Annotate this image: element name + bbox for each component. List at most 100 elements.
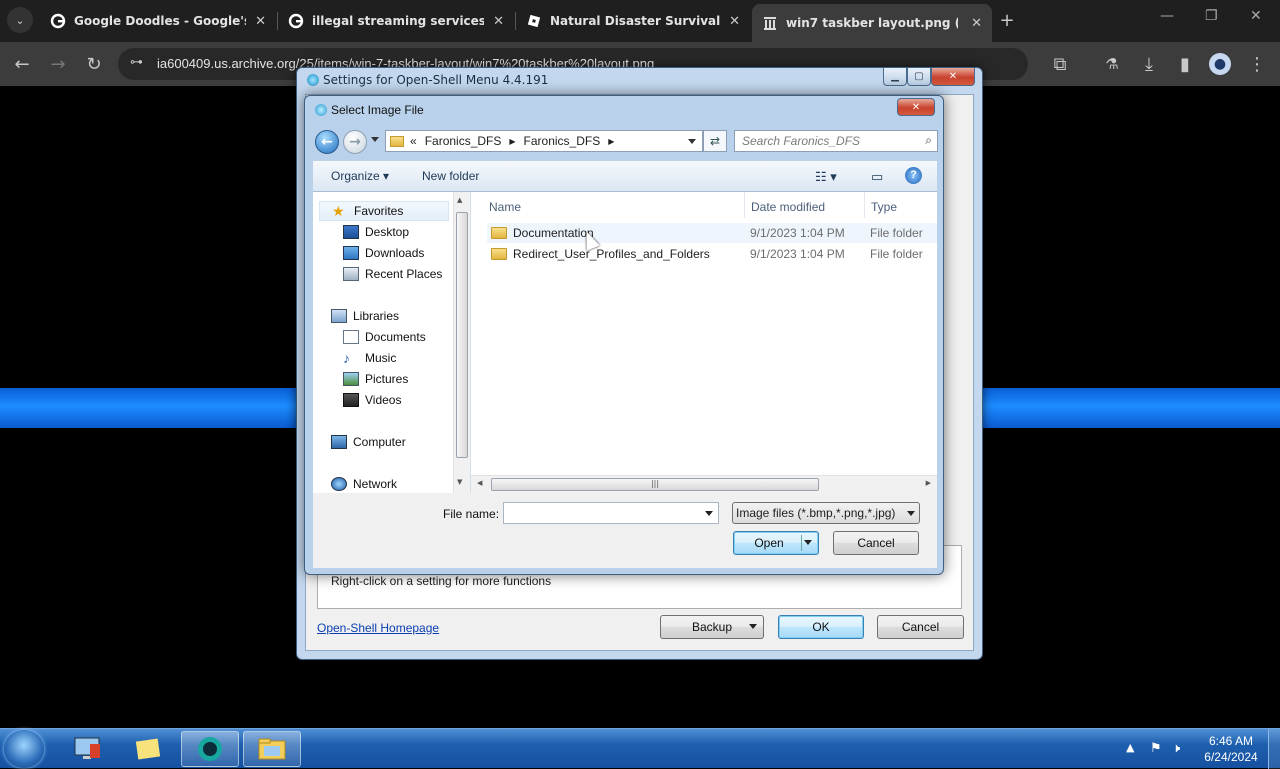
file-type-value: Image files (*.bmp,*.png,*.jpg) [736, 506, 896, 520]
organize-button[interactable]: Organize ▾ [331, 169, 389, 183]
maximize-button[interactable]: ▢ [907, 68, 931, 86]
computer-taskbar-icon[interactable] [58, 731, 116, 767]
cancel-button[interactable]: Cancel [877, 615, 964, 639]
refresh-icon[interactable]: ⇄ [703, 130, 727, 152]
column-header-type[interactable]: Type [865, 192, 937, 218]
show-desktop-button[interactable] [1268, 729, 1280, 769]
minimize-icon[interactable]: — [1160, 8, 1174, 24]
chevron-down-icon[interactable] [688, 139, 696, 144]
system-clock[interactable]: 6:46 AM 6/24/2024 [1196, 733, 1266, 765]
tab-google-doodles[interactable]: Google Doodles - Google's Se ✕ [40, 6, 276, 36]
sticky-notes-icon[interactable] [119, 731, 177, 767]
backup-button[interactable]: Backup [660, 615, 764, 639]
close-tab-icon[interactable]: ✕ [971, 16, 982, 31]
tab-search-button[interactable]: ⌄ [7, 7, 33, 33]
folder-icon [491, 227, 507, 239]
back-arrow-icon[interactable]: ← [315, 130, 339, 154]
labs-flask-icon[interactable]: ⚗ [1100, 52, 1124, 76]
nav-item-downloads[interactable]: Downloads [343, 243, 424, 263]
back-arrow-icon[interactable]: ← [10, 52, 34, 76]
scroll-thumb[interactable]: ||| [491, 478, 819, 491]
dialog-close-button[interactable]: ✕ [897, 98, 935, 116]
nav-item-computer[interactable]: Computer [331, 432, 406, 452]
profile-avatar-icon[interactable]: ● [1209, 53, 1231, 75]
close-window-icon[interactable]: ✕ [1250, 8, 1262, 24]
nav-label: Music [365, 351, 397, 365]
nav-scrollbar[interactable]: ▲ ▼ [453, 192, 470, 493]
scroll-down-icon[interactable]: ▼ [457, 478, 462, 486]
minimize-button[interactable]: ▁ [883, 68, 907, 86]
breadcrumb-overflow[interactable]: « [410, 134, 417, 148]
new-tab-icon[interactable]: + [995, 8, 1019, 32]
reload-icon[interactable]: ↻ [82, 52, 106, 76]
list-item[interactable]: Redirect_User_Profiles_and_Folders 9/1/2… [487, 244, 937, 264]
recent-locations-icon[interactable] [371, 137, 379, 142]
star-icon: ★ [332, 203, 345, 219]
side-panel-icon[interactable]: ▮ [1173, 52, 1197, 76]
download-icon[interactable]: ⤓ [1137, 52, 1161, 76]
forward-arrow-icon[interactable]: → [343, 130, 367, 154]
nav-item-network[interactable]: Network [331, 474, 397, 494]
chevron-down-icon[interactable] [804, 540, 812, 545]
tab-natural-disaster[interactable]: Natural Disaster Survival - Rob ✕ [516, 6, 750, 36]
nav-item-favorites[interactable]: ★ Favorites [319, 201, 449, 221]
app-taskbar-icon[interactable] [181, 731, 239, 767]
close-tab-icon[interactable]: ✕ [255, 14, 266, 29]
new-folder-button[interactable]: New folder [422, 169, 479, 183]
file-name-label: File name: [443, 507, 500, 521]
nav-item-music[interactable]: ♪ Music [343, 348, 396, 368]
list-item[interactable]: Documentation 9/1/2023 1:04 PM File fold… [487, 223, 937, 243]
nav-item-libraries[interactable]: Libraries [331, 306, 399, 326]
nav-label: Downloads [365, 246, 425, 260]
chevron-right-icon[interactable]: ▶ [608, 137, 614, 146]
show-hidden-icons-icon[interactable]: ▲ [1126, 741, 1134, 754]
google-g-icon [288, 13, 304, 29]
dialog-cancel-button[interactable]: Cancel [833, 531, 919, 555]
nav-item-recent-places[interactable]: Recent Places [343, 264, 442, 284]
videos-icon [343, 393, 359, 407]
nav-item-videos[interactable]: Videos [343, 390, 401, 410]
file-list-scrollbar[interactable]: ◀ ||| ▶ [471, 475, 937, 493]
breadcrumb-item[interactable]: Faronics_DFS [425, 134, 502, 148]
archive-icon [762, 15, 778, 31]
restore-icon[interactable]: ❐ [1205, 8, 1218, 24]
breadcrumb-item[interactable]: Faronics_DFS [524, 134, 601, 148]
column-label: Name [489, 200, 522, 214]
volume-muted-icon[interactable]: 🕨 [1172, 741, 1180, 756]
extensions-icon[interactable]: ⧉ [1048, 52, 1072, 76]
chevron-right-icon[interactable]: ▶ [509, 137, 515, 146]
chevron-down-icon [749, 624, 757, 629]
nav-item-pictures[interactable]: Pictures [343, 369, 408, 389]
open-button[interactable]: Open [733, 531, 819, 555]
breadcrumb[interactable]: « Faronics_DFS ▶ Faronics_DFS ▶ [385, 130, 703, 152]
tab-win7-taskbar-layout[interactable]: win7 taskber layout.png (1280 ✕ [752, 4, 992, 42]
file-name-input[interactable] [503, 502, 719, 524]
nav-item-desktop[interactable]: Desktop [343, 222, 409, 242]
nav-label: Favorites [354, 204, 404, 218]
search-input[interactable]: Search Faronics_DFS ⌕ [734, 130, 938, 152]
menu-kebab-icon[interactable]: ⋮ [1245, 52, 1269, 76]
file-type-select[interactable]: Image files (*.bmp,*.png,*.jpg) [732, 502, 920, 524]
close-tab-icon[interactable]: ✕ [729, 14, 740, 29]
scroll-up-icon[interactable]: ▲ [457, 196, 462, 204]
tab-illegal-streaming[interactable]: illegal streaming services - Go ✕ [278, 6, 514, 36]
site-info-icon[interactable]: ⊶ [130, 55, 143, 70]
scroll-thumb[interactable] [456, 212, 468, 458]
forward-arrow-icon[interactable]: → [46, 52, 70, 76]
close-button[interactable]: ✕ [931, 68, 975, 86]
column-header-date[interactable]: Date modified [745, 192, 865, 218]
view-options-icon[interactable]: ☷ ▾ [815, 169, 837, 185]
action-center-flag-icon[interactable]: ⚑ [1150, 741, 1162, 756]
windows-explorer-icon[interactable] [243, 731, 301, 767]
scroll-right-icon[interactable]: ▶ [926, 479, 931, 487]
nav-item-documents[interactable]: Documents [343, 327, 426, 347]
preview-pane-icon[interactable]: ▭ [871, 169, 883, 185]
homepage-link[interactable]: Open-Shell Homepage [317, 621, 439, 635]
chevron-down-icon[interactable] [705, 511, 713, 516]
help-icon[interactable]: ? [905, 167, 922, 184]
close-tab-icon[interactable]: ✕ [493, 14, 504, 29]
start-orb-icon[interactable] [4, 730, 44, 768]
ok-button[interactable]: OK [778, 615, 864, 639]
scroll-left-icon[interactable]: ◀ [477, 479, 482, 487]
column-header-name[interactable]: Name [483, 192, 745, 218]
